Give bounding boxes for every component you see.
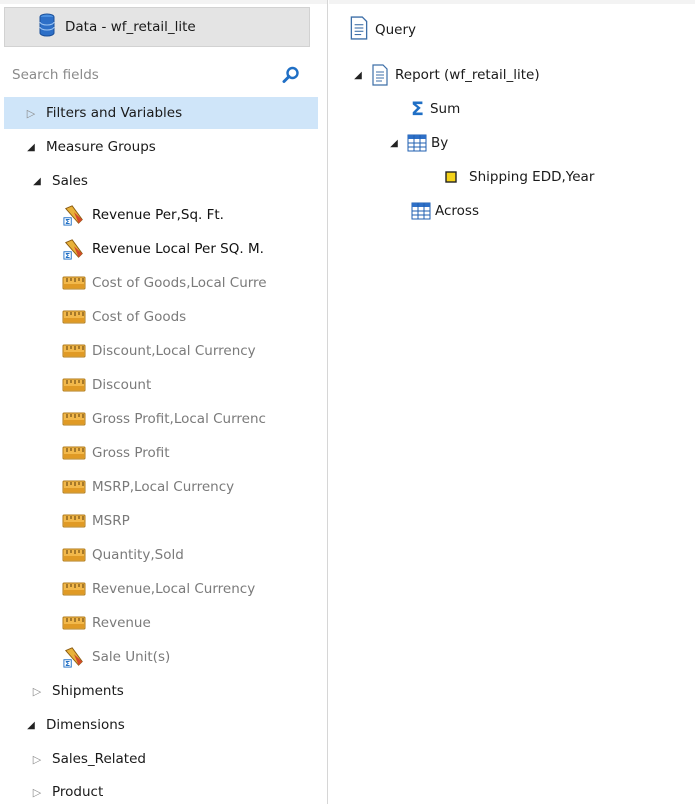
- field-label: Cost of Goods,Local Curre: [92, 275, 267, 291]
- tree-item-measure-groups[interactable]: ◢ Measure Groups: [4, 131, 156, 163]
- query-node-label: Report (wf_retail_lite): [395, 67, 540, 83]
- query-tab-header[interactable]: Query: [349, 16, 416, 44]
- document-icon: [349, 16, 369, 44]
- field-item[interactable]: Cost of Goods,Local Curre: [62, 267, 267, 299]
- tree-item-sales-related[interactable]: ▷ Sales_Related: [4, 743, 146, 775]
- ruler-measure-icon: [62, 375, 86, 395]
- field-item[interactable]: Quantity,Sold: [62, 539, 184, 571]
- query-node-label: Shipping EDD,Year: [469, 169, 595, 185]
- tree-item-shipments[interactable]: ▷ Shipments: [4, 675, 124, 707]
- field-item[interactable]: Gross Profit: [62, 437, 170, 469]
- tree-item-label: Product: [52, 784, 104, 800]
- query-title: Query: [375, 22, 417, 38]
- data-panel: Data - wf_retail_lite ▷ Filters and Vari…: [0, 0, 328, 804]
- sigma-icon: Σ: [411, 97, 424, 120]
- ruler-measure-icon: [62, 579, 86, 599]
- field-item[interactable]: Discount,Local Currency: [62, 335, 256, 367]
- ruler-measure-icon: [62, 613, 86, 633]
- field-item[interactable]: Discount: [62, 369, 151, 401]
- query-node-by-field[interactable]: Shipping EDD,Year: [445, 161, 594, 193]
- collapse-arrow-icon[interactable]: ◢: [30, 176, 44, 187]
- search-input[interactable]: [10, 66, 264, 84]
- ruler-measure-icon: [62, 409, 86, 429]
- field-item[interactable]: MSRP: [62, 505, 130, 537]
- top-strip: [329, 0, 695, 4]
- computed-measure-icon: [62, 239, 86, 259]
- query-panel: Query ◢ Report (wf_retail_lite) Σ Sum ◢ …: [329, 0, 695, 804]
- ruler-measure-icon: [62, 477, 86, 497]
- search-row: [0, 60, 318, 90]
- dimension-field-icon: [445, 171, 457, 183]
- field-item[interactable]: MSRP,Local Currency: [62, 471, 234, 503]
- field-label: Sale Unit(s): [92, 649, 171, 665]
- field-item[interactable]: Revenue Local Per SQ. M.: [62, 233, 264, 265]
- ruler-measure-icon: [62, 511, 86, 531]
- field-item[interactable]: Sale Unit(s): [62, 641, 170, 673]
- ruler-measure-icon: [62, 307, 86, 327]
- grid-icon: [411, 202, 431, 220]
- computed-measure-icon: [62, 205, 86, 225]
- field-label: Gross Profit: [92, 445, 170, 461]
- field-label: Discount: [92, 377, 152, 393]
- field-item[interactable]: Revenue: [62, 607, 151, 639]
- field-label: Revenue Local Per SQ. M.: [92, 241, 264, 257]
- report-document-icon: [371, 64, 389, 86]
- tree-item-label: Sales: [52, 173, 88, 189]
- ruler-measure-icon: [62, 443, 86, 463]
- tree-item-filters-and-variables[interactable]: ▷ Filters and Variables: [4, 97, 318, 129]
- field-label: MSRP,Local Currency: [92, 479, 235, 495]
- field-label: Revenue: [92, 615, 151, 631]
- field-item[interactable]: Revenue Per,Sq. Ft.: [62, 199, 224, 231]
- query-node-label: Across: [435, 203, 480, 219]
- data-tab-header[interactable]: Data - wf_retail_lite: [4, 7, 310, 47]
- ruler-measure-icon: [62, 545, 86, 565]
- tree-item-dimensions[interactable]: ◢ Dimensions: [4, 709, 125, 741]
- field-label: Cost of Goods: [92, 309, 187, 325]
- computed-dimension-icon: [62, 647, 86, 667]
- field-label: Revenue Per,Sq. Ft.: [92, 207, 224, 223]
- expand-arrow-icon[interactable]: ▷: [30, 786, 44, 799]
- expand-arrow-icon[interactable]: ▷: [24, 107, 38, 120]
- query-node-label: Sum: [429, 101, 461, 117]
- top-strip: [0, 0, 327, 4]
- tree-item-label: Filters and Variables: [46, 105, 183, 121]
- expand-arrow-icon[interactable]: ▷: [30, 685, 44, 698]
- tree-item-label: Measure Groups: [46, 139, 156, 155]
- tree-item-label: Shipments: [52, 683, 124, 699]
- collapse-arrow-icon[interactable]: ◢: [387, 138, 401, 149]
- field-label: Discount,Local Currency: [92, 343, 256, 359]
- collapse-arrow-icon[interactable]: ◢: [351, 70, 365, 81]
- field-item[interactable]: Cost of Goods: [62, 301, 186, 333]
- field-label: Revenue,Local Currency: [92, 581, 256, 597]
- field-label: Gross Profit,Local Currenc: [92, 411, 266, 427]
- query-node-label: By: [431, 135, 449, 151]
- collapse-arrow-icon[interactable]: ◢: [24, 142, 38, 153]
- tree-item-product[interactable]: ▷ Product: [4, 776, 104, 808]
- expand-arrow-icon[interactable]: ▷: [30, 753, 44, 766]
- ruler-measure-icon: [62, 341, 86, 361]
- query-node-across[interactable]: Across: [411, 195, 479, 227]
- field-item[interactable]: Gross Profit,Local Currenc: [62, 403, 266, 435]
- query-node-sum[interactable]: Σ Sum: [411, 93, 460, 125]
- tree-item-label: Sales_Related: [52, 751, 146, 767]
- query-node-by[interactable]: ◢ By: [387, 127, 448, 159]
- field-item[interactable]: Revenue,Local Currency: [62, 573, 255, 605]
- collapse-arrow-icon[interactable]: ◢: [24, 720, 38, 731]
- field-label: MSRP: [92, 513, 130, 529]
- grid-icon: [407, 134, 427, 152]
- ruler-measure-icon: [62, 273, 86, 293]
- search-icon[interactable]: [282, 66, 300, 84]
- tree-item-sales[interactable]: ◢ Sales: [4, 165, 88, 197]
- field-label: Quantity,Sold: [92, 547, 184, 563]
- database-icon: [39, 13, 55, 41]
- tree-item-label: Dimensions: [46, 717, 125, 733]
- data-tab-title: Data - wf_retail_lite: [65, 19, 196, 35]
- query-node-report[interactable]: ◢ Report (wf_retail_lite): [351, 59, 540, 91]
